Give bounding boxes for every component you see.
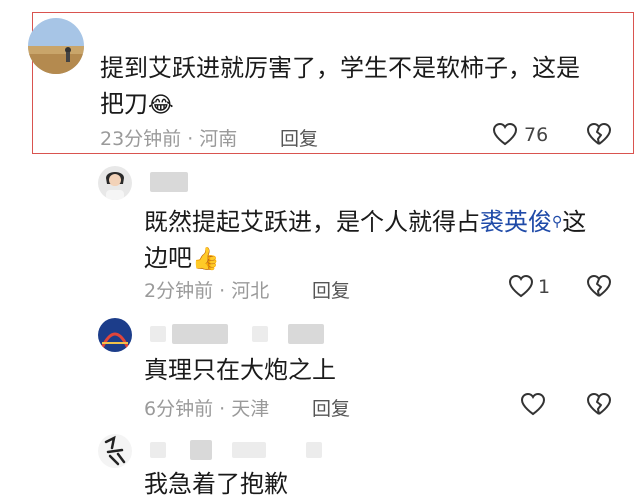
search-icon: ⚲ bbox=[552, 214, 563, 230]
heart-icon bbox=[492, 122, 518, 146]
username-redacted bbox=[150, 442, 166, 458]
heart-icon bbox=[508, 274, 534, 298]
like-count: 76 bbox=[524, 124, 549, 146]
broken-heart-icon bbox=[587, 123, 611, 145]
username-redacted bbox=[190, 440, 212, 460]
like-button[interactable] bbox=[508, 274, 534, 298]
comment-text-span: 把刀 bbox=[100, 90, 148, 118]
reply-button[interactable]: 回复 bbox=[312, 276, 350, 303]
avatar[interactable] bbox=[28, 18, 84, 74]
mention-link[interactable]: 裘英俊 bbox=[480, 208, 552, 236]
dislike-button[interactable] bbox=[586, 122, 612, 146]
avatar[interactable] bbox=[98, 166, 132, 200]
laughing-emoji-icon: 😂 bbox=[148, 93, 174, 118]
avatar[interactable] bbox=[98, 318, 132, 352]
avatar[interactable] bbox=[98, 434, 132, 468]
heart-icon bbox=[520, 392, 546, 416]
thumbs-up-emoji-icon: 👍 bbox=[192, 247, 220, 272]
comment-text: 我急着了抱歉 bbox=[144, 470, 288, 498]
comment-text: 提到艾跃进就厉害了，学生不是软柿子，这是 把刀😂 bbox=[100, 50, 620, 124]
comment-text-line: 既然提起艾跃进，是个人就得占裘英俊⚲这 bbox=[144, 204, 624, 240]
username-redacted bbox=[232, 442, 266, 458]
username-redacted bbox=[288, 324, 324, 344]
broken-heart-icon bbox=[587, 275, 611, 297]
comment-text: 真理只在大炮之上 bbox=[144, 356, 336, 384]
dislike-button[interactable] bbox=[586, 274, 612, 298]
username-redacted bbox=[172, 324, 228, 344]
comment-meta: 23分钟前 · 河南 bbox=[100, 128, 238, 150]
comment-meta: 6分钟前 · 天津 bbox=[144, 398, 270, 420]
comment-text-span: 这 bbox=[562, 208, 587, 236]
like-button[interactable] bbox=[492, 122, 518, 146]
avatar-person-image bbox=[98, 166, 132, 200]
like-count: 1 bbox=[538, 276, 551, 298]
username-redacted bbox=[150, 326, 166, 342]
comment-text-span: 边吧 bbox=[144, 244, 192, 272]
username-redacted bbox=[150, 172, 188, 192]
broken-heart-icon bbox=[587, 393, 611, 415]
avatar-desert-image bbox=[28, 18, 84, 74]
avatar-bridge-image bbox=[98, 318, 132, 352]
reply-button[interactable]: 回复 bbox=[280, 124, 318, 151]
comment-text-line: 边吧👍 bbox=[144, 240, 624, 278]
comment-meta: 2分钟前 · 河北 bbox=[144, 280, 270, 302]
comment-text-line: 把刀😂 bbox=[100, 86, 620, 124]
username-redacted bbox=[306, 442, 322, 458]
dislike-button[interactable] bbox=[586, 392, 612, 416]
comment-text: 既然提起艾跃进，是个人就得占裘英俊⚲这 边吧👍 bbox=[144, 204, 624, 278]
comment-text-line: 提到艾跃进就厉害了，学生不是软柿子，这是 bbox=[100, 54, 580, 82]
reply-button[interactable]: 回复 bbox=[312, 394, 350, 421]
username-redacted bbox=[252, 326, 268, 342]
avatar-calligraphy-image bbox=[98, 434, 132, 468]
like-button[interactable] bbox=[520, 392, 546, 416]
comment-text-span: 既然提起艾跃进，是个人就得占 bbox=[144, 208, 480, 236]
